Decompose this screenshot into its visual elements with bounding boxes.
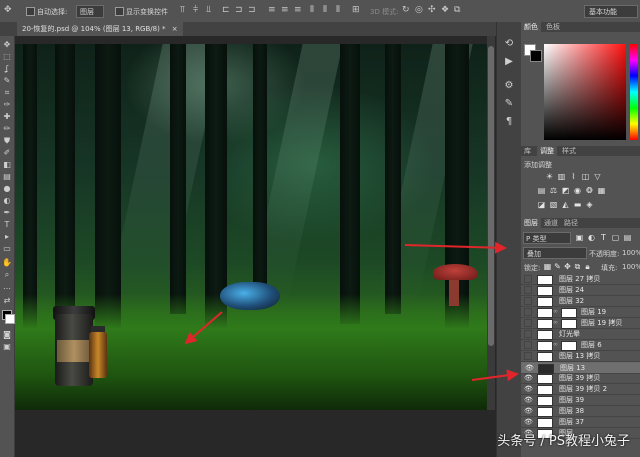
annotation-arrows (184, 241, 519, 382)
arrow-to-canvas (184, 311, 223, 345)
arrow-to-blend-mode (404, 241, 507, 254)
arrow-to-selected-layer (471, 369, 519, 382)
